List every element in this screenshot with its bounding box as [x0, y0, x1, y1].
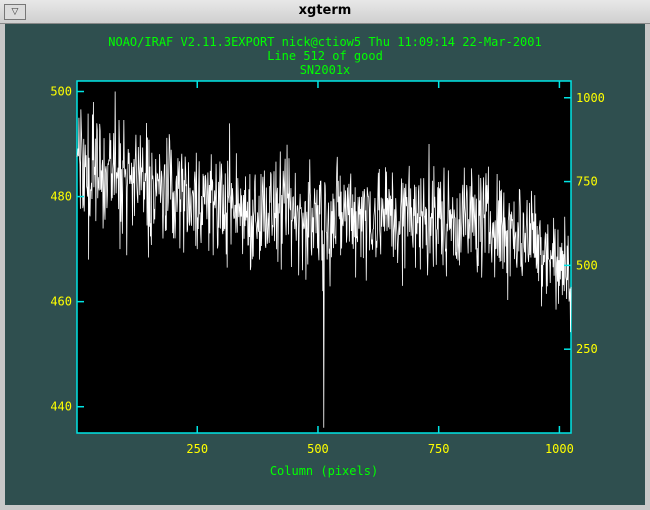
y-tick-label: 460	[50, 295, 72, 309]
x-tick-label: 500	[307, 442, 329, 456]
x-tick-label: 250	[186, 442, 208, 456]
y2-tick-label: 250	[576, 342, 598, 356]
window-title: xgterm	[298, 3, 352, 18]
x-tick-label: 1000	[545, 442, 574, 456]
y2-tick-label: 500	[576, 258, 598, 272]
graphics-area: NOAO/IRAF V2.11.3EXPORT nick@ctiow5 Thu …	[5, 24, 645, 505]
plot-header: NOAO/IRAF V2.11.3EXPORT nick@ctiow5 Thu …	[108, 35, 541, 49]
y-tick-label: 440	[50, 400, 72, 414]
y2-tick-label: 1000	[576, 91, 605, 105]
plot-object-name: SN2001x	[300, 63, 351, 77]
y-tick-label: 480	[50, 190, 72, 204]
plot-subtitle: Line 512 of good	[267, 49, 383, 63]
x-axis-label: Column (pixels)	[270, 464, 378, 478]
plot: NOAO/IRAF V2.11.3EXPORT nick@ctiow5 Thu …	[50, 35, 605, 478]
xgterm-window: ▽ xgterm NOAO/IRAF V2.11.3EXPORT nick@ct…	[0, 0, 650, 510]
x-tick-label: 750	[428, 442, 450, 456]
y2-tick-label: 750	[576, 175, 598, 189]
title-bar[interactable]: ▽ xgterm	[0, 0, 650, 24]
y-tick-label: 500	[50, 85, 72, 99]
